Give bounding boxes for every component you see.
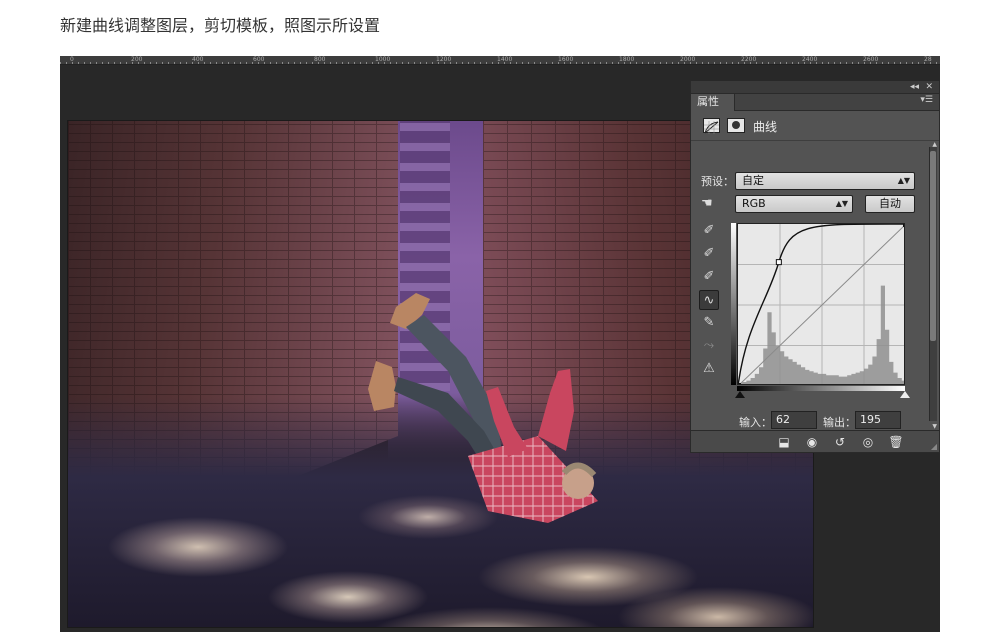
- adjustment-header: 曲线: [691, 111, 939, 141]
- tutorial-caption: 新建曲线调整图层，剪切模板，照图示所设置: [60, 16, 381, 35]
- ruler-tick-label: 1000: [375, 56, 391, 63]
- preset-arrows-icon: ▲▼: [897, 176, 910, 185]
- panel-menu-icon[interactable]: ▾☰: [920, 95, 933, 105]
- white-point-slider[interactable]: [900, 391, 910, 398]
- black-point-slider[interactable]: [735, 391, 745, 398]
- eyedropper-gray-icon[interactable]: ✐: [699, 244, 719, 264]
- scroll-down-icon[interactable]: ▼: [932, 423, 937, 430]
- ruler-tick-label: 1800: [619, 56, 635, 63]
- collapse-panel-icon[interactable]: ◂◂: [910, 81, 919, 93]
- delete-icon[interactable]: 🗑: [887, 434, 905, 450]
- preset-label: 预设：: [701, 175, 734, 188]
- eyedropper-white-icon[interactable]: ✐: [699, 267, 719, 287]
- input-output-row: 输入： 62 输出： 195: [691, 411, 923, 431]
- input-gradient-bar: [737, 386, 905, 391]
- ruler-tick-label: 2000: [680, 56, 696, 63]
- view-previous-state-icon[interactable]: ◉: [803, 434, 821, 450]
- reset-icon[interactable]: ↺: [831, 434, 849, 450]
- channel-arrows-icon: ▲▼: [835, 199, 848, 208]
- input-label: 输入：: [739, 416, 772, 429]
- tab-properties[interactable]: 属性: [691, 94, 735, 111]
- curve-control-point: [738, 383, 741, 384]
- ruler-tick-label: 600: [253, 56, 265, 63]
- output-field[interactable]: 195: [855, 411, 901, 429]
- ruler-tick-label: 2600: [863, 56, 879, 63]
- panel-top-strip: ◂◂ ✕: [691, 81, 939, 94]
- ruler-tick-label: 1400: [497, 56, 513, 63]
- output-label: 输出：: [823, 416, 856, 429]
- toggle-visibility-icon[interactable]: ◎: [859, 434, 877, 450]
- ruler-tick-label: 400: [192, 56, 204, 63]
- curve-tools: ✐ ✐ ✐ ∿ ✎ ⤳ ⚠: [699, 221, 721, 382]
- channel-select[interactable]: RGB ▲▼: [735, 195, 853, 213]
- clipping-warning-icon[interactable]: ⚠: [699, 359, 719, 379]
- scrollbar-thumb[interactable]: [930, 151, 936, 341]
- ruler-tick-label: 1200: [436, 56, 452, 63]
- resize-grip-icon[interactable]: ◢: [931, 442, 937, 451]
- preset-row: 预设： 自定 ▲▼: [691, 172, 923, 190]
- ruler-tick-label: 0: [70, 56, 74, 63]
- layer-mask-icon[interactable]: [727, 118, 745, 133]
- workspace: ◂◂ ✕ 属性 ▾☰ 曲线 预设： 自定 ▲▼ ☚ RGB ▲▼ 自动 ✐ ✐ …: [60, 65, 940, 632]
- preset-value: 自定: [742, 174, 764, 187]
- panel-tab-bar: 属性 ▾☰: [691, 94, 939, 111]
- channel-row: ☚ RGB ▲▼ 自动: [691, 195, 923, 213]
- curve-control-point: [903, 224, 904, 227]
- ruler-tick-label: 1600: [558, 56, 574, 63]
- ruler-tick-label: 200: [131, 56, 143, 63]
- clip-to-layer-icon[interactable]: ⬓: [775, 434, 793, 450]
- curve-control-point: [775, 259, 782, 266]
- falling-person: [368, 293, 598, 523]
- pencil-tool-icon[interactable]: ✎: [699, 313, 719, 333]
- ruler-tick-label: 2400: [802, 56, 818, 63]
- preset-select[interactable]: 自定 ▲▼: [735, 172, 915, 190]
- adjustment-title: 曲线: [753, 120, 778, 134]
- horizontal-ruler: 0 200 400 600 800 1000 1200 1400 1600 1800 2000 220…: [60, 56, 940, 65]
- smooth-curve-icon[interactable]: ⤳: [699, 336, 719, 356]
- curve-point-tool-icon[interactable]: ∿: [699, 290, 719, 310]
- input-field[interactable]: 62: [771, 411, 817, 429]
- ruler-tick-label: 28: [924, 56, 932, 63]
- photoshop-window: 0 200 400 600 800 1000 1200 1400 1600 1800 2000 220…: [60, 56, 940, 632]
- ruler-tick-label: 2200: [741, 56, 757, 63]
- curves-adjustment-icon[interactable]: [703, 118, 720, 134]
- panel-bottom-bar: ◢ ⬓ ◉ ↺ ◎ 🗑: [691, 430, 939, 452]
- target-adjust-hand-icon[interactable]: ☚: [701, 196, 713, 211]
- curve-graph[interactable]: [737, 223, 905, 385]
- channel-value: RGB: [742, 197, 766, 210]
- close-panel-icon[interactable]: ✕: [925, 81, 933, 93]
- output-gradient-bar: [731, 223, 736, 385]
- ruler-tick-label: 800: [314, 56, 326, 63]
- auto-button[interactable]: 自动: [865, 195, 915, 213]
- eyedropper-black-icon[interactable]: ✐: [699, 221, 719, 241]
- properties-panel: ◂◂ ✕ 属性 ▾☰ 曲线 预设： 自定 ▲▼ ☚ RGB ▲▼ 自动 ✐ ✐ …: [690, 81, 940, 453]
